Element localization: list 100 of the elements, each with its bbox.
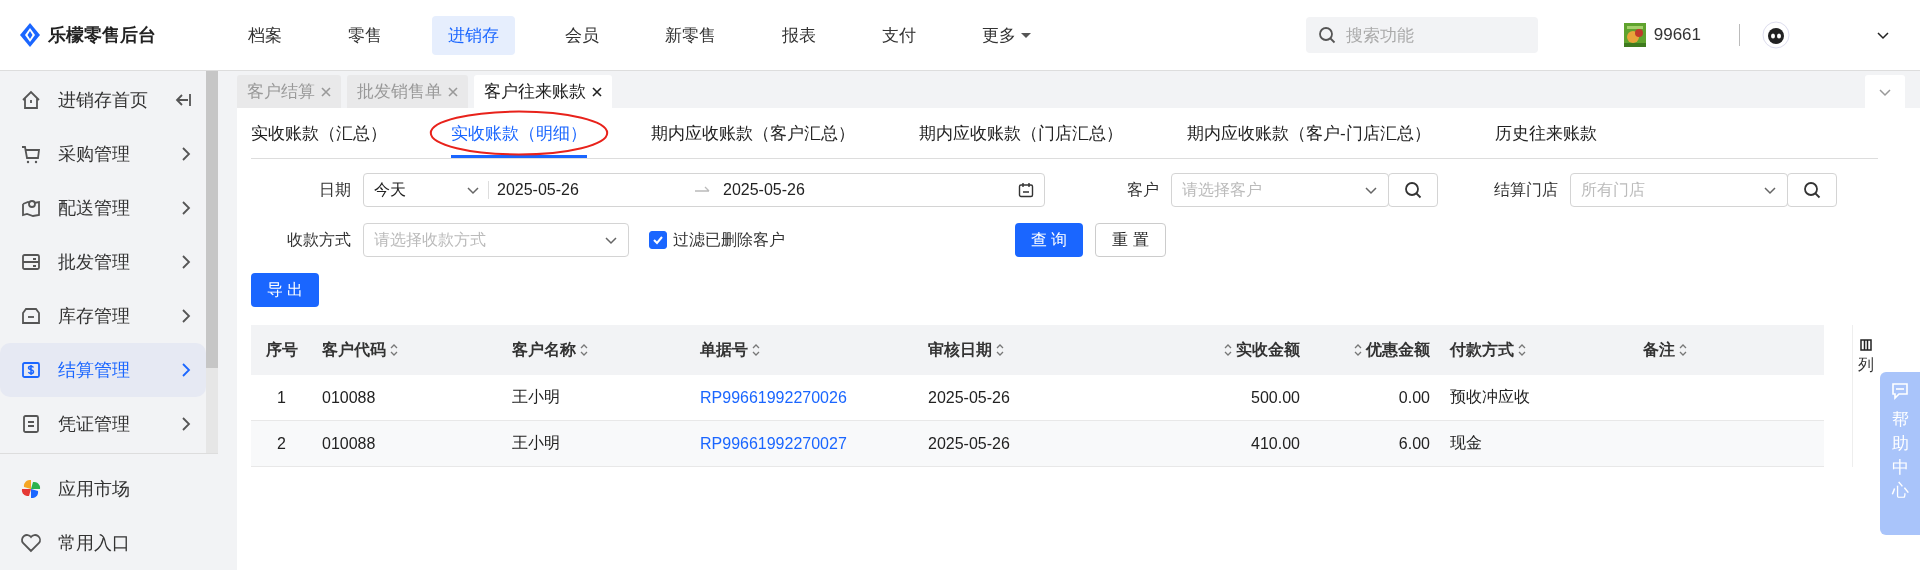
- date-preset[interactable]: 今天: [374, 179, 458, 201]
- checkbox[interactable]: [649, 231, 667, 249]
- nav-item[interactable]: 报表: [766, 15, 832, 55]
- sub-tab[interactable]: 历史往来账款: [1494, 108, 1597, 158]
- field-label: 日期: [318, 179, 351, 200]
- chevron-right-icon: [180, 254, 192, 270]
- sub-tab[interactable]: 期内应收账款（客户汇总）: [651, 108, 855, 158]
- column-header[interactable]: 实收金额: [1236, 340, 1300, 358]
- dollar-icon: [20, 359, 42, 381]
- avatar-icon[interactable]: [1762, 21, 1790, 49]
- drawer-icon: [20, 251, 42, 273]
- sidebar-item[interactable]: 批发管理: [0, 235, 206, 289]
- table-cell: 0.00: [1398, 388, 1430, 406]
- column-header[interactable]: 优惠金额: [1366, 340, 1430, 358]
- chevron-right-icon: [180, 362, 192, 378]
- column-header[interactable]: 序号: [265, 340, 298, 358]
- document-icon: [20, 413, 42, 435]
- sort-icon[interactable]: [1353, 342, 1363, 357]
- field-label: 结算门店: [1493, 179, 1558, 200]
- table-cell: 预收冲应收: [1450, 388, 1530, 405]
- sort-icon[interactable]: [751, 342, 761, 357]
- table-cell: 010088: [322, 434, 376, 452]
- chevron-right-icon: [180, 308, 192, 324]
- table-cell: 500.00: [1251, 388, 1300, 406]
- arrow-right-icon: [695, 186, 711, 194]
- table-cell: 010088: [322, 388, 376, 406]
- nav-item[interactable]: 会员: [549, 15, 615, 55]
- chat-icon: [1891, 382, 1909, 400]
- checkbox-label[interactable]: 过滤已删除客户: [673, 229, 785, 251]
- chevron-right-icon: [180, 200, 192, 216]
- sort-icon[interactable]: [1517, 342, 1527, 357]
- sub-tab[interactable]: 实收账款（汇总）: [251, 108, 387, 158]
- map-pin-icon: [20, 197, 42, 219]
- table-cell: 2025-05-26: [928, 388, 1010, 406]
- sort-icon[interactable]: [579, 342, 589, 357]
- reset-button[interactable]: 重 置: [1095, 223, 1166, 257]
- sub-tab[interactable]: 期内应收账款（客户-门店汇总）: [1187, 108, 1431, 158]
- column-header[interactable]: 付款方式: [1450, 340, 1514, 358]
- cart-icon: [20, 143, 42, 165]
- sidebar-item[interactable]: 凭证管理: [0, 397, 206, 451]
- search-button[interactable]: [1787, 173, 1837, 207]
- sidebar-item[interactable]: 常用入口: [0, 516, 218, 570]
- column-header[interactable]: 客户代码: [322, 340, 386, 358]
- column-settings-button[interactable]: 列: [1852, 325, 1879, 467]
- sort-icon[interactable]: [1678, 342, 1688, 357]
- sidebar-item[interactable]: 采购管理: [0, 127, 206, 181]
- nav-item[interactable]: 支付: [866, 15, 932, 55]
- field-label: 客户: [1126, 179, 1159, 200]
- nav-item[interactable]: 进销存: [432, 15, 515, 55]
- export-button[interactable]: 导 出: [251, 273, 320, 307]
- sidebar-item[interactable]: 库存管理: [0, 289, 206, 343]
- query-button[interactable]: 查 询: [1015, 223, 1084, 257]
- nav-item[interactable]: 档案: [232, 15, 298, 55]
- column-header[interactable]: 备注: [1643, 340, 1675, 358]
- table-cell: 1: [277, 388, 286, 406]
- calendar-icon[interactable]: [1018, 182, 1034, 198]
- scrollbar-thumb[interactable]: [206, 71, 218, 368]
- table-cell: 现金: [1450, 434, 1482, 451]
- page-tab[interactable]: 客户往来账款: [474, 75, 612, 108]
- close-icon[interactable]: [592, 86, 602, 97]
- table-cell: 2025-05-26: [928, 434, 1010, 452]
- column-header[interactable]: 单据号: [700, 340, 748, 358]
- brand-name: 乐檬零售后台: [48, 24, 156, 47]
- table-cell: 410.00: [1251, 434, 1300, 452]
- table-cell: 6.00: [1398, 434, 1430, 452]
- sidebar-item[interactable]: 结算管理: [0, 343, 206, 397]
- collapse-icon[interactable]: [174, 92, 192, 108]
- sidebar-item[interactable]: 进销存首页: [0, 73, 206, 127]
- sort-icon[interactable]: [1223, 342, 1233, 357]
- sub-tab[interactable]: 期内应收账款（门店汇总）: [919, 108, 1123, 158]
- column-header[interactable]: 客户名称: [512, 340, 576, 358]
- column-header[interactable]: 审核日期: [928, 340, 992, 358]
- search-button[interactable]: [1388, 173, 1438, 207]
- sidebar-item[interactable]: 配送管理: [0, 181, 206, 235]
- field-label: 收款方式: [286, 229, 351, 250]
- nav-item[interactable]: 更多: [966, 15, 1047, 55]
- search-icon[interactable]: [1404, 181, 1422, 199]
- nav-item[interactable]: 新零售: [649, 15, 732, 55]
- sidebar-item[interactable]: 应用市场: [0, 462, 218, 516]
- table-cell: 王小明: [512, 434, 560, 451]
- chevron-right-icon: [180, 416, 192, 432]
- checkmark-icon: [652, 234, 664, 246]
- search-icon[interactable]: [1317, 26, 1336, 44]
- logo-icon: [20, 23, 40, 47]
- tray-icon: [20, 305, 42, 327]
- search-icon[interactable]: [1803, 181, 1821, 199]
- end-date[interactable]: 2025-05-26: [723, 181, 1010, 199]
- home-icon: [20, 89, 42, 111]
- start-date[interactable]: 2025-05-26: [497, 181, 687, 199]
- store-code: 99661: [1653, 25, 1701, 45]
- chevron-right-icon: [180, 146, 192, 162]
- sort-icon[interactable]: [389, 342, 399, 357]
- sort-icon[interactable]: [995, 342, 1005, 357]
- nav-item[interactable]: 零售: [332, 15, 398, 55]
- document-link[interactable]: RP99661992270026: [700, 388, 847, 406]
- date-range-field[interactable]: 今天 2025-05-26 2025-05-26: [363, 173, 1045, 207]
- pinwheel-icon: [20, 478, 42, 500]
- table-cell: 2: [277, 434, 286, 452]
- table-cell: 王小明: [512, 388, 560, 405]
- caret-icon: [1021, 32, 1031, 38]
